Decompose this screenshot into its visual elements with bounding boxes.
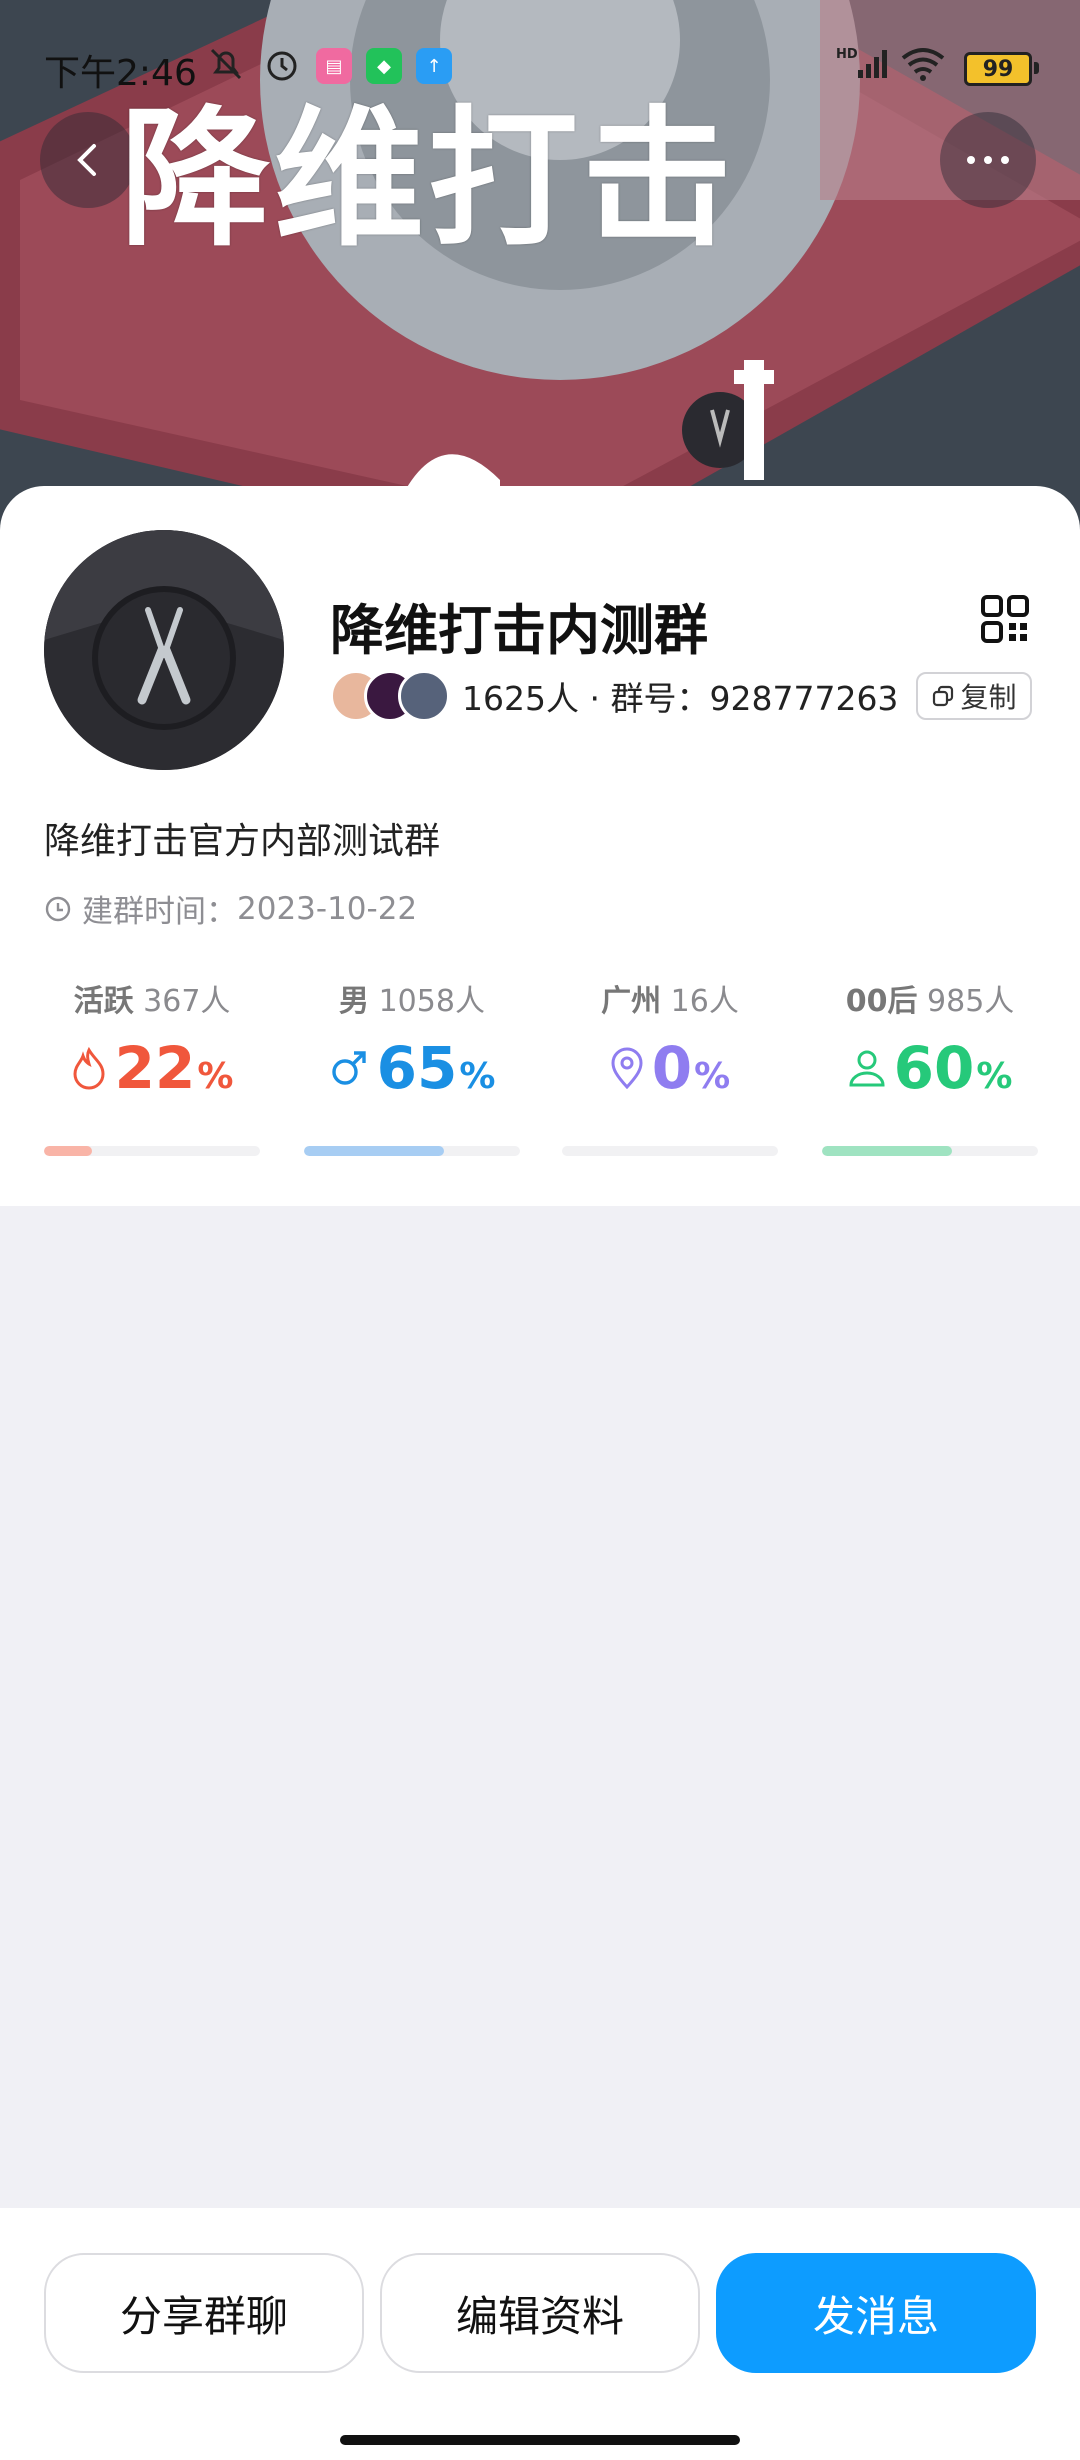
more-options-button[interactable] bbox=[940, 112, 1036, 208]
group-info-card: 降维打击内测群 1625人 · 群号：928777263 复制 降维打击官方内部… bbox=[0, 486, 1080, 1206]
group-name: 降维打击内测群 bbox=[330, 599, 708, 662]
stat-label: 男 1058人 bbox=[339, 984, 485, 1019]
pliers-logo-icon bbox=[44, 530, 284, 770]
chevron-left-icon bbox=[77, 144, 96, 176]
clock-icon bbox=[45, 896, 71, 921]
member-count[interactable]: 1625人 · 群号：928777263 bbox=[462, 672, 898, 720]
stat-value: 60% bbox=[822, 1034, 1038, 1102]
members-row: 1625人 · 群号：928777263 复制 bbox=[330, 666, 1033, 726]
stat-label: 广州 16人 bbox=[601, 984, 739, 1019]
stat-label: 活跃 367人 bbox=[73, 984, 231, 1019]
location-pin-icon bbox=[611, 1047, 643, 1089]
stats-row: 活跃 367人 22% 男 1058人 65% 广州 16人 0 % 00后 9… bbox=[0, 976, 1080, 1176]
wifi-icon bbox=[901, 48, 945, 81]
member-avatar bbox=[398, 670, 450, 722]
copy-label: 复制 bbox=[960, 681, 1017, 714]
stat-value: 22% bbox=[44, 1034, 260, 1102]
separator-text: · bbox=[578, 679, 611, 718]
group-id-label: 群号： bbox=[610, 679, 710, 718]
more-dots-icon bbox=[967, 156, 1009, 164]
battery-indicator: 99 bbox=[964, 52, 1039, 86]
hero-banner: 下午2:46 ▤ ◆ ↑ HD 99 降维打击 bbox=[0, 0, 1080, 560]
edit-profile-button[interactable]: 编辑资料 bbox=[380, 2253, 700, 2373]
copy-icon bbox=[933, 685, 954, 707]
group-description: 降维打击官方内部测试群 bbox=[44, 821, 441, 862]
stat-label: 00后 985人 bbox=[845, 984, 1015, 1019]
person-icon bbox=[849, 1050, 885, 1087]
group-avatar[interactable] bbox=[44, 530, 284, 770]
signal-icon: HD bbox=[836, 47, 887, 78]
created-label: 建群时间： bbox=[82, 894, 237, 930]
stat-age[interactable]: 00后 985人 60% bbox=[822, 976, 1038, 1176]
stat-progress bbox=[44, 1146, 260, 1156]
group-id-value: 928777263 bbox=[709, 679, 899, 718]
send-message-button[interactable]: 发消息 bbox=[716, 2253, 1036, 2373]
hero-title: 降维打击 bbox=[120, 93, 737, 267]
stat-progress bbox=[822, 1146, 1038, 1156]
stat-progress bbox=[562, 1146, 778, 1156]
copy-button[interactable]: 复制 bbox=[916, 672, 1033, 720]
home-indicator bbox=[340, 2435, 740, 2445]
created-date-value: 2023-10-22 bbox=[237, 890, 418, 927]
share-group-button[interactable]: 分享群聊 bbox=[44, 2253, 364, 2373]
created-date: 建群时间： 2023-10-22 bbox=[44, 886, 417, 931]
male-icon bbox=[331, 1051, 366, 1085]
member-count-text: 1625人 bbox=[462, 679, 579, 718]
stat-value: 0% bbox=[562, 1034, 778, 1102]
bottom-action-bar: 分享群聊 编辑资料 发消息 bbox=[0, 2208, 1080, 2460]
svg-text:HD: HD bbox=[836, 47, 858, 62]
stat-value: 65% bbox=[304, 1034, 520, 1102]
stat-progress bbox=[304, 1146, 520, 1156]
stat-active[interactable]: 活跃 367人 22% bbox=[44, 976, 260, 1176]
stat-location[interactable]: 广州 16人 0% bbox=[562, 976, 778, 1176]
qr-code-icon[interactable] bbox=[980, 594, 1030, 644]
flame-icon bbox=[73, 1046, 105, 1090]
stat-male[interactable]: 男 1058人 65% bbox=[304, 976, 520, 1176]
